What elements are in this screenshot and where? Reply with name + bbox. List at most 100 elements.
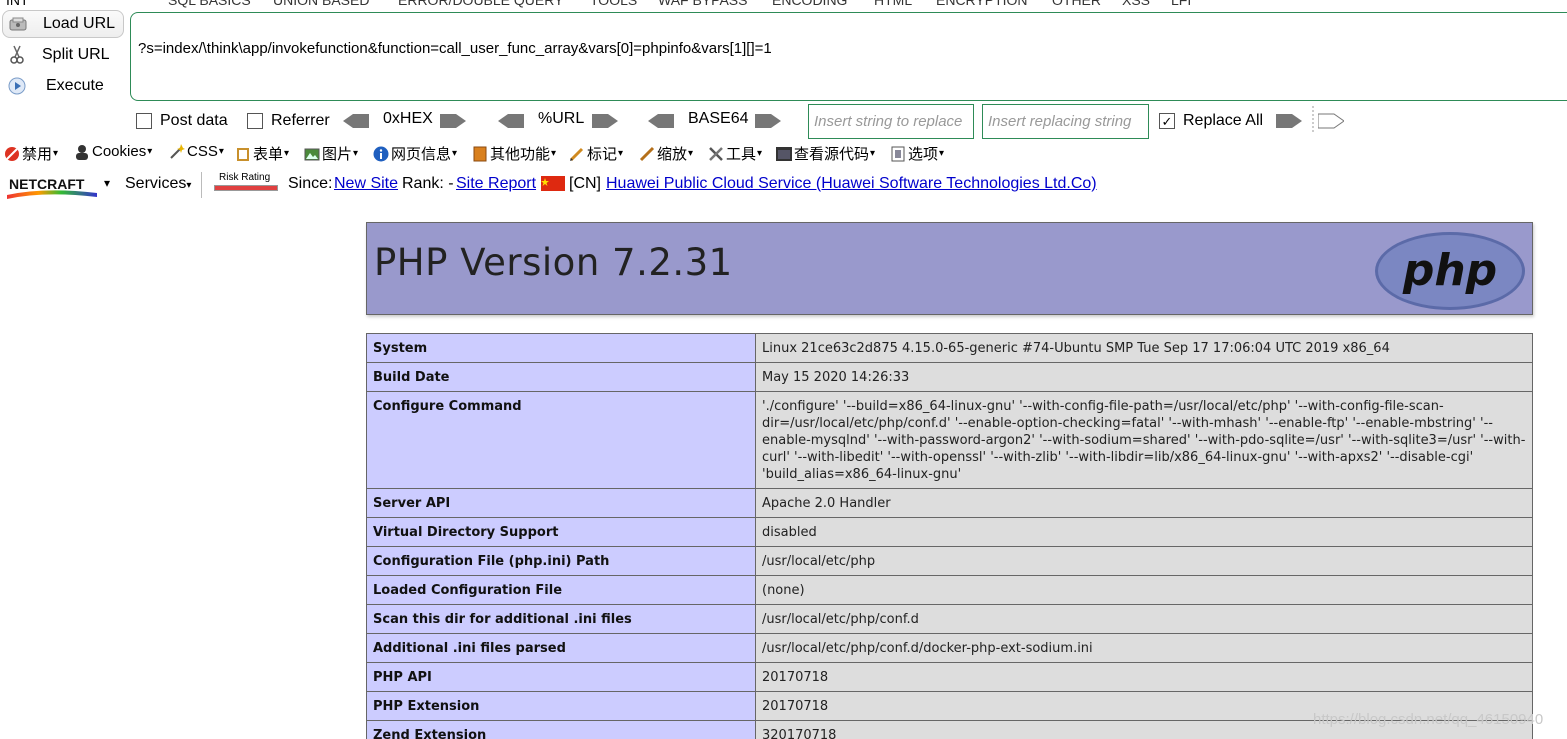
hex-decode-arrow-icon[interactable] xyxy=(343,113,369,129)
url-value: ?s=index/\think\app/invokefunction&funct… xyxy=(138,40,772,57)
wd-disable-menu[interactable]: 禁用 ▾ xyxy=(4,143,58,164)
wd-outline-label: 标记 xyxy=(587,146,618,163)
load-url-button[interactable]: Load URL xyxy=(2,10,124,38)
referrer-label: Referrer xyxy=(271,112,330,129)
wd-disable-label: 禁用 xyxy=(22,146,53,163)
table-row: Loaded Configuration File (none) xyxy=(366,575,1533,605)
wd-images-label: 图片 xyxy=(322,146,353,163)
split-url-button[interactable]: Split URL xyxy=(2,41,124,69)
wd-cookies-menu[interactable]: Cookies ▾ xyxy=(74,143,152,160)
site-report-link[interactable]: Site Report xyxy=(456,175,536,193)
post-data-checkbox[interactable]: Post data xyxy=(136,110,228,132)
wd-misc-menu[interactable]: 其他功能 ▾ xyxy=(472,143,556,164)
chevron-down-icon: ▾ xyxy=(284,148,290,159)
menu-union-based[interactable]: UNION BASED xyxy=(273,0,369,8)
menu-lfi[interactable]: LFI xyxy=(1171,0,1191,8)
risk-rating-bar xyxy=(214,185,278,191)
rank-label: Rank: - xyxy=(402,175,454,192)
chevron-down-icon: ▾ xyxy=(551,148,557,159)
menu-html[interactable]: HTML xyxy=(874,0,912,8)
wd-source-menu[interactable]: 查看源代码 ▾ xyxy=(776,143,875,164)
menu-tools[interactable]: TOOLS xyxy=(590,0,637,8)
wd-forms-menu[interactable]: 表单 ▾ xyxy=(235,143,289,164)
netcraft-services-menu[interactable]: Services▾ xyxy=(125,175,191,193)
post-data-check[interactable] xyxy=(136,113,152,129)
row-key: Loaded Configuration File xyxy=(366,575,756,605)
php-version-header: PHP Version 7.2.31 php xyxy=(366,222,1533,315)
menu-encryption[interactable]: ENCRYPTION xyxy=(936,0,1028,8)
row-key: Build Date xyxy=(366,362,756,392)
referrer-checkbox[interactable]: Referrer xyxy=(247,110,330,132)
netcraft-logo[interactable]: NETCRAFT xyxy=(5,173,99,199)
replace-arrow-icon[interactable] xyxy=(1276,113,1302,129)
wd-resize-menu[interactable]: 缩放 ▾ xyxy=(639,143,693,164)
table-row: System Linux 21ce63c2d875 4.15.0-65-gener… xyxy=(366,333,1533,363)
hex-encode-arrow-icon[interactable] xyxy=(440,113,466,129)
replacing-string-placeholder: Insert replacing string xyxy=(988,113,1132,130)
wd-outline-menu[interactable]: 标记 ▾ xyxy=(569,143,623,164)
row-key: Configure Command xyxy=(366,391,756,489)
toolbar-separator xyxy=(1312,106,1314,134)
base64-decode-arrow-icon[interactable] xyxy=(648,113,674,129)
base64-encode-arrow-icon[interactable] xyxy=(755,113,781,129)
table-row: PHP API 20170718 xyxy=(366,662,1533,692)
row-key: Zend Extension xyxy=(366,720,756,739)
menu-waf-bypass[interactable]: WAF BYPASS xyxy=(658,0,747,8)
wd-options-menu[interactable]: 选项 ▾ xyxy=(890,143,944,164)
replace-all-check[interactable]: ✓ xyxy=(1159,113,1175,129)
menu-error-double-query[interactable]: ERROR/DOUBLE QUERY xyxy=(398,0,563,8)
forms-icon xyxy=(235,146,251,162)
url-decode-arrow-icon[interactable] xyxy=(498,113,524,129)
replacing-string-input[interactable]: Insert replacing string xyxy=(982,104,1149,139)
css-wand-icon xyxy=(169,143,185,160)
chevron-down-icon: ▾ xyxy=(452,148,458,159)
row-value: /usr/local/etc/php/conf.d xyxy=(755,604,1533,634)
table-row: Configuration File (php.ini) Path/usr/lo… xyxy=(366,546,1533,576)
referrer-check[interactable] xyxy=(247,113,263,129)
menu-int[interactable]: INT xyxy=(6,0,29,8)
wd-images-menu[interactable]: 图片 ▾ xyxy=(304,143,358,164)
options-icon xyxy=(890,146,906,162)
row-key: Scan this dir for additional .ini files xyxy=(366,604,756,634)
menu-xss[interactable]: XSS xyxy=(1122,0,1150,8)
table-row: Scan this dir for additional .ini files /… xyxy=(366,604,1533,634)
wd-cookies-label: Cookies xyxy=(92,143,147,160)
wd-tools-label: 工具 xyxy=(726,146,757,163)
chevron-down-icon: ▾ xyxy=(53,148,59,159)
url-label: %URL xyxy=(538,110,585,127)
wd-css-label: CSS xyxy=(187,143,218,160)
table-row: Configure Command './configure' '--build=… xyxy=(366,391,1533,489)
row-value: /usr/local/etc/php xyxy=(755,546,1533,576)
menu-other[interactable]: OTHER xyxy=(1052,0,1101,8)
menu-encoding[interactable]: ENCODING xyxy=(772,0,847,8)
replace-string-input[interactable]: Insert string to replace xyxy=(808,104,974,139)
netcraft-dropdown-icon[interactable]: ▾ xyxy=(104,176,110,190)
row-key: PHP API xyxy=(366,662,756,692)
host-link[interactable]: Huawei Public Cloud Service (Huawei Soft… xyxy=(606,175,1097,193)
table-row: Virtual Directory Support disabled xyxy=(366,517,1533,547)
since-label: Since: xyxy=(288,175,333,192)
php-logo[interactable]: php xyxy=(1374,231,1526,311)
wd-tools-menu[interactable]: 工具 ▾ xyxy=(708,143,762,164)
table-row: Server API Apache 2.0 Handler xyxy=(366,488,1533,518)
row-key: Server API xyxy=(366,488,756,518)
row-value: './configure' '--build=x86_64-linux-gnu'… xyxy=(755,391,1533,489)
disable-icon xyxy=(4,146,20,162)
replace-all-checkbox[interactable]: ✓ Replace All xyxy=(1159,110,1263,132)
row-value: disabled xyxy=(755,517,1533,547)
scissors-icon xyxy=(6,44,28,66)
risk-rating-badge[interactable]: Risk Rating xyxy=(212,172,280,196)
url-encode-arrow-icon[interactable] xyxy=(592,113,618,129)
wd-info-menu[interactable]: 网页信息 ▾ xyxy=(373,143,457,164)
menu-sql-basics[interactable]: SQL BASICS xyxy=(168,0,251,8)
row-key: Additional .ini files parsed xyxy=(366,633,756,663)
since-link[interactable]: New Site xyxy=(334,175,398,193)
wd-css-menu[interactable]: CSS ▾ xyxy=(169,143,224,160)
replace-back-arrow-icon[interactable] xyxy=(1318,113,1344,129)
url-input[interactable]: ?s=index/\think\app/invokefunction&funct… xyxy=(130,12,1567,101)
execute-button[interactable]: Execute xyxy=(2,72,124,100)
country-label: [CN] xyxy=(569,175,601,192)
replace-string-placeholder: Insert string to replace xyxy=(814,113,963,130)
wd-misc-label: 其他功能 xyxy=(490,146,551,163)
chevron-down-icon: ▾ xyxy=(688,148,694,159)
